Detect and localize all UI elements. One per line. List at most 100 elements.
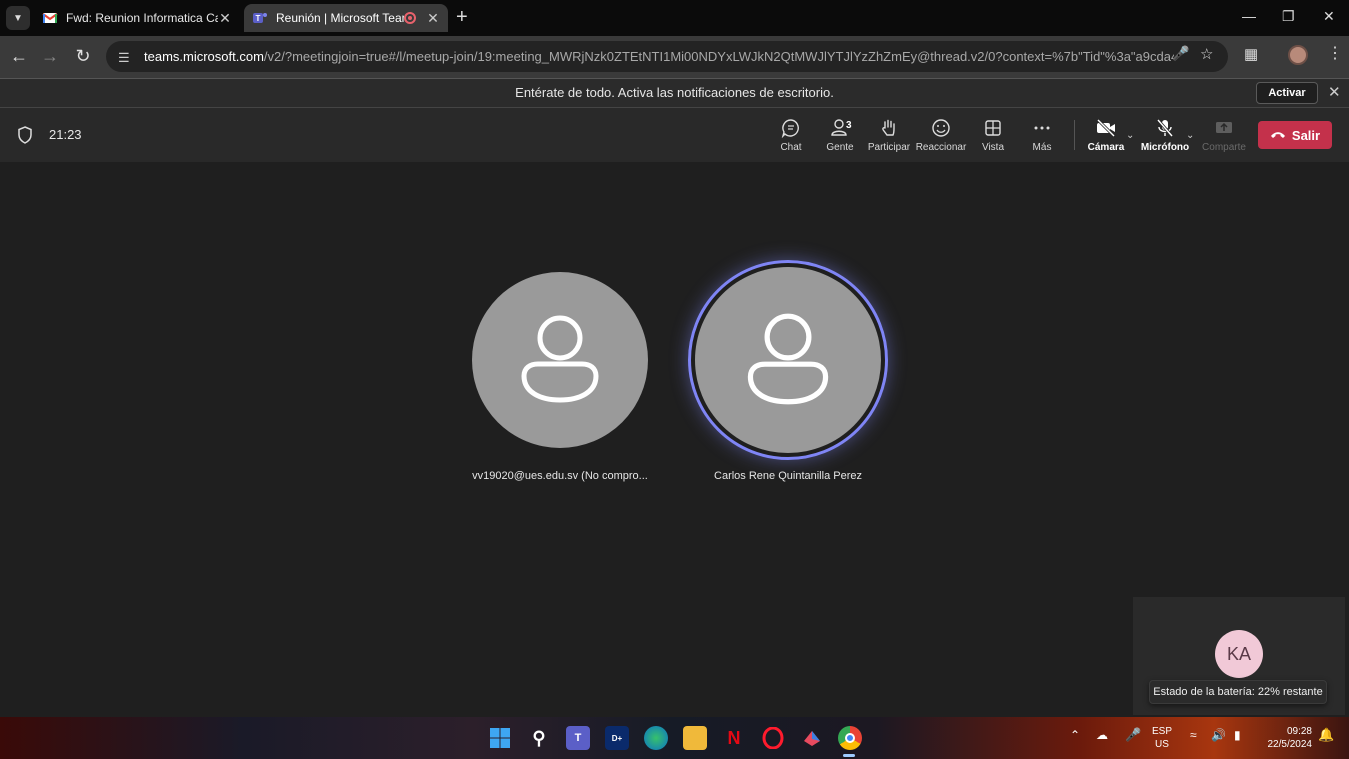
netflix-icon[interactable]: N — [722, 726, 746, 750]
meeting-toolbar: 21:23 Chat 3 Gente Participar Reaccionar… — [0, 108, 1349, 162]
react-button[interactable]: Reaccionar — [913, 118, 969, 153]
hand-icon — [882, 119, 895, 136]
tab-search-button[interactable]: ▼ — [6, 6, 30, 30]
minimize-icon[interactable]: — — [1242, 8, 1256, 24]
active-app-indicator — [843, 754, 855, 757]
recording-icon — [404, 12, 416, 24]
leave-button[interactable]: Salir — [1258, 121, 1332, 149]
chevron-down-icon[interactable]: ⌄ — [1186, 130, 1194, 141]
activate-notifications-button[interactable]: Activar — [1256, 82, 1318, 104]
clock[interactable]: 09:28 22/5/2024 — [1258, 725, 1313, 751]
tab-title: Reunión | Microsoft Teams — [276, 11, 404, 25]
leave-label: Salir — [1291, 127, 1321, 143]
close-window-icon[interactable]: ✕ — [1323, 8, 1335, 25]
browser-tab-strip: ▼ Fwd: Reunion Informatica Camp ✕ T Reun… — [0, 0, 1349, 36]
chevron-down-icon: ▼ — [13, 12, 23, 24]
raise-hand-label: Participar — [867, 142, 911, 153]
chat-icon — [781, 119, 799, 138]
forward-arrow-icon[interactable]: → — [39, 46, 61, 66]
address-bar[interactable]: ☰ teams.microsoft.com /v2/?meetingjoin=t… — [106, 41, 1228, 72]
extensions-icon[interactable]: ▦ — [1244, 45, 1258, 63]
file-explorer-icon[interactable] — [683, 726, 707, 750]
browser-toolbar: ← → ↻ ☰ teams.microsoft.com /v2/?meeting… — [0, 36, 1349, 78]
tab-teams[interactable]: T Reunión | Microsoft Teams ✕ — [244, 4, 448, 32]
people-count: 3 — [846, 120, 852, 131]
share-button[interactable]: Comparte — [1196, 118, 1252, 153]
clock-date: 22/5/2024 — [1267, 739, 1313, 750]
language-code: ESP — [1152, 726, 1173, 737]
shield-icon[interactable] — [17, 126, 33, 144]
microphone-off-icon — [1156, 119, 1174, 137]
view-label: Vista — [981, 142, 1005, 153]
notification-text: Entérate de todo. Activa las notificacio… — [515, 85, 834, 100]
disney-plus-icon[interactable]: D+ — [605, 726, 629, 750]
participant-avatar[interactable] — [472, 272, 648, 448]
app-icon[interactable] — [800, 726, 824, 750]
reload-icon[interactable]: ↻ — [72, 46, 94, 66]
hang-up-icon — [1270, 132, 1285, 138]
tab-title: Fwd: Reunion Informatica Camp — [66, 11, 218, 25]
kebab-menu-icon[interactable]: ⋮ — [1327, 43, 1343, 63]
close-icon[interactable]: ✕ — [426, 10, 440, 27]
wifi-icon[interactable]: ≈ — [1190, 729, 1197, 742]
participant-name: Carlos Rene Quintanilla Perez — [714, 470, 862, 482]
camera-label: Cámara — [1087, 142, 1125, 153]
restore-icon[interactable]: ❐ — [1282, 8, 1295, 25]
close-icon[interactable]: ✕ — [218, 10, 232, 27]
battery-icon[interactable]: ▮ — [1234, 729, 1241, 742]
more-label: Más — [1032, 142, 1052, 153]
smiley-icon — [932, 119, 950, 137]
toolbar-divider — [1074, 120, 1075, 150]
edge-icon[interactable] — [644, 726, 668, 750]
svg-text:T: T — [256, 14, 261, 23]
people-button[interactable]: 3 Gente — [812, 118, 868, 153]
windows-start-icon[interactable] — [488, 726, 512, 750]
notification-bell-icon[interactable]: 🔔 — [1318, 728, 1334, 741]
microphone-icon[interactable]: 🎤 — [1125, 728, 1141, 741]
chrome-icon[interactable] — [838, 726, 862, 750]
react-label: Reaccionar — [915, 142, 967, 153]
battery-tooltip: Estado de la batería: 22% restante — [1149, 680, 1327, 704]
url-path: /v2/?meetingjoin=true#/l/meetup-join/19:… — [263, 49, 1174, 64]
tab-gmail[interactable]: Fwd: Reunion Informatica Camp ✕ — [34, 4, 240, 32]
url-host: teams.microsoft.com — [144, 49, 264, 64]
meeting-timer: 21:23 — [49, 127, 82, 142]
microphone-button[interactable]: Micrófono — [1137, 118, 1193, 153]
raise-hand-button[interactable]: Participar — [861, 118, 917, 153]
share-screen-icon — [1216, 122, 1232, 133]
volume-icon[interactable]: 🔊 — [1211, 729, 1226, 742]
search-icon[interactable]: ⚲ — [527, 726, 551, 750]
chat-label: Chat — [780, 142, 802, 153]
participant-name: vv19020@ues.edu.sv (No compro... — [472, 470, 648, 482]
star-icon[interactable]: ☆ — [1200, 45, 1213, 63]
windows-taskbar: ⚲ T D+ N ⌃ ☁ 🎤 ESP US ≈ 🔊 ▮ 09:28 22/5/2… — [0, 717, 1349, 759]
new-tab-button[interactable]: + — [456, 7, 468, 27]
close-icon[interactable]: ✕ — [1328, 79, 1341, 107]
view-button[interactable]: Vista — [965, 118, 1021, 153]
gmail-icon — [42, 13, 58, 23]
person-icon — [521, 315, 599, 403]
people-label: Gente — [826, 142, 854, 153]
microphone-icon[interactable]: 🎤 — [1172, 45, 1189, 62]
more-button[interactable]: Más — [1014, 118, 1070, 153]
notification-banner: Entérate de todo. Activa las notificacio… — [0, 78, 1349, 108]
profile-avatar[interactable] — [1288, 45, 1308, 65]
teams-icon: T — [253, 13, 267, 23]
camera-off-icon — [1096, 118, 1116, 138]
chevron-down-icon[interactable]: ⌄ — [1126, 130, 1134, 141]
share-label: Comparte — [1202, 142, 1246, 153]
microphone-label: Micrófono — [1140, 142, 1190, 153]
cloud-icon[interactable]: ☁ — [1096, 729, 1108, 742]
person-icon — [747, 313, 829, 405]
chat-button[interactable]: Chat — [763, 118, 819, 153]
back-arrow-icon[interactable]: ← — [8, 46, 30, 66]
more-dots-icon — [1034, 126, 1050, 130]
screen: ▼ Fwd: Reunion Informatica Camp ✕ T Reun… — [0, 0, 1349, 759]
chevron-up-icon[interactable]: ⌃ — [1070, 729, 1080, 742]
opera-icon[interactable] — [761, 726, 785, 750]
clock-time: 09:28 — [1286, 726, 1312, 737]
language-indicator[interactable]: ESP US — [1152, 725, 1172, 751]
teams-icon[interactable]: T — [566, 726, 590, 750]
site-settings-icon[interactable]: ☰ — [118, 50, 134, 65]
participant-avatar[interactable] — [695, 267, 881, 453]
